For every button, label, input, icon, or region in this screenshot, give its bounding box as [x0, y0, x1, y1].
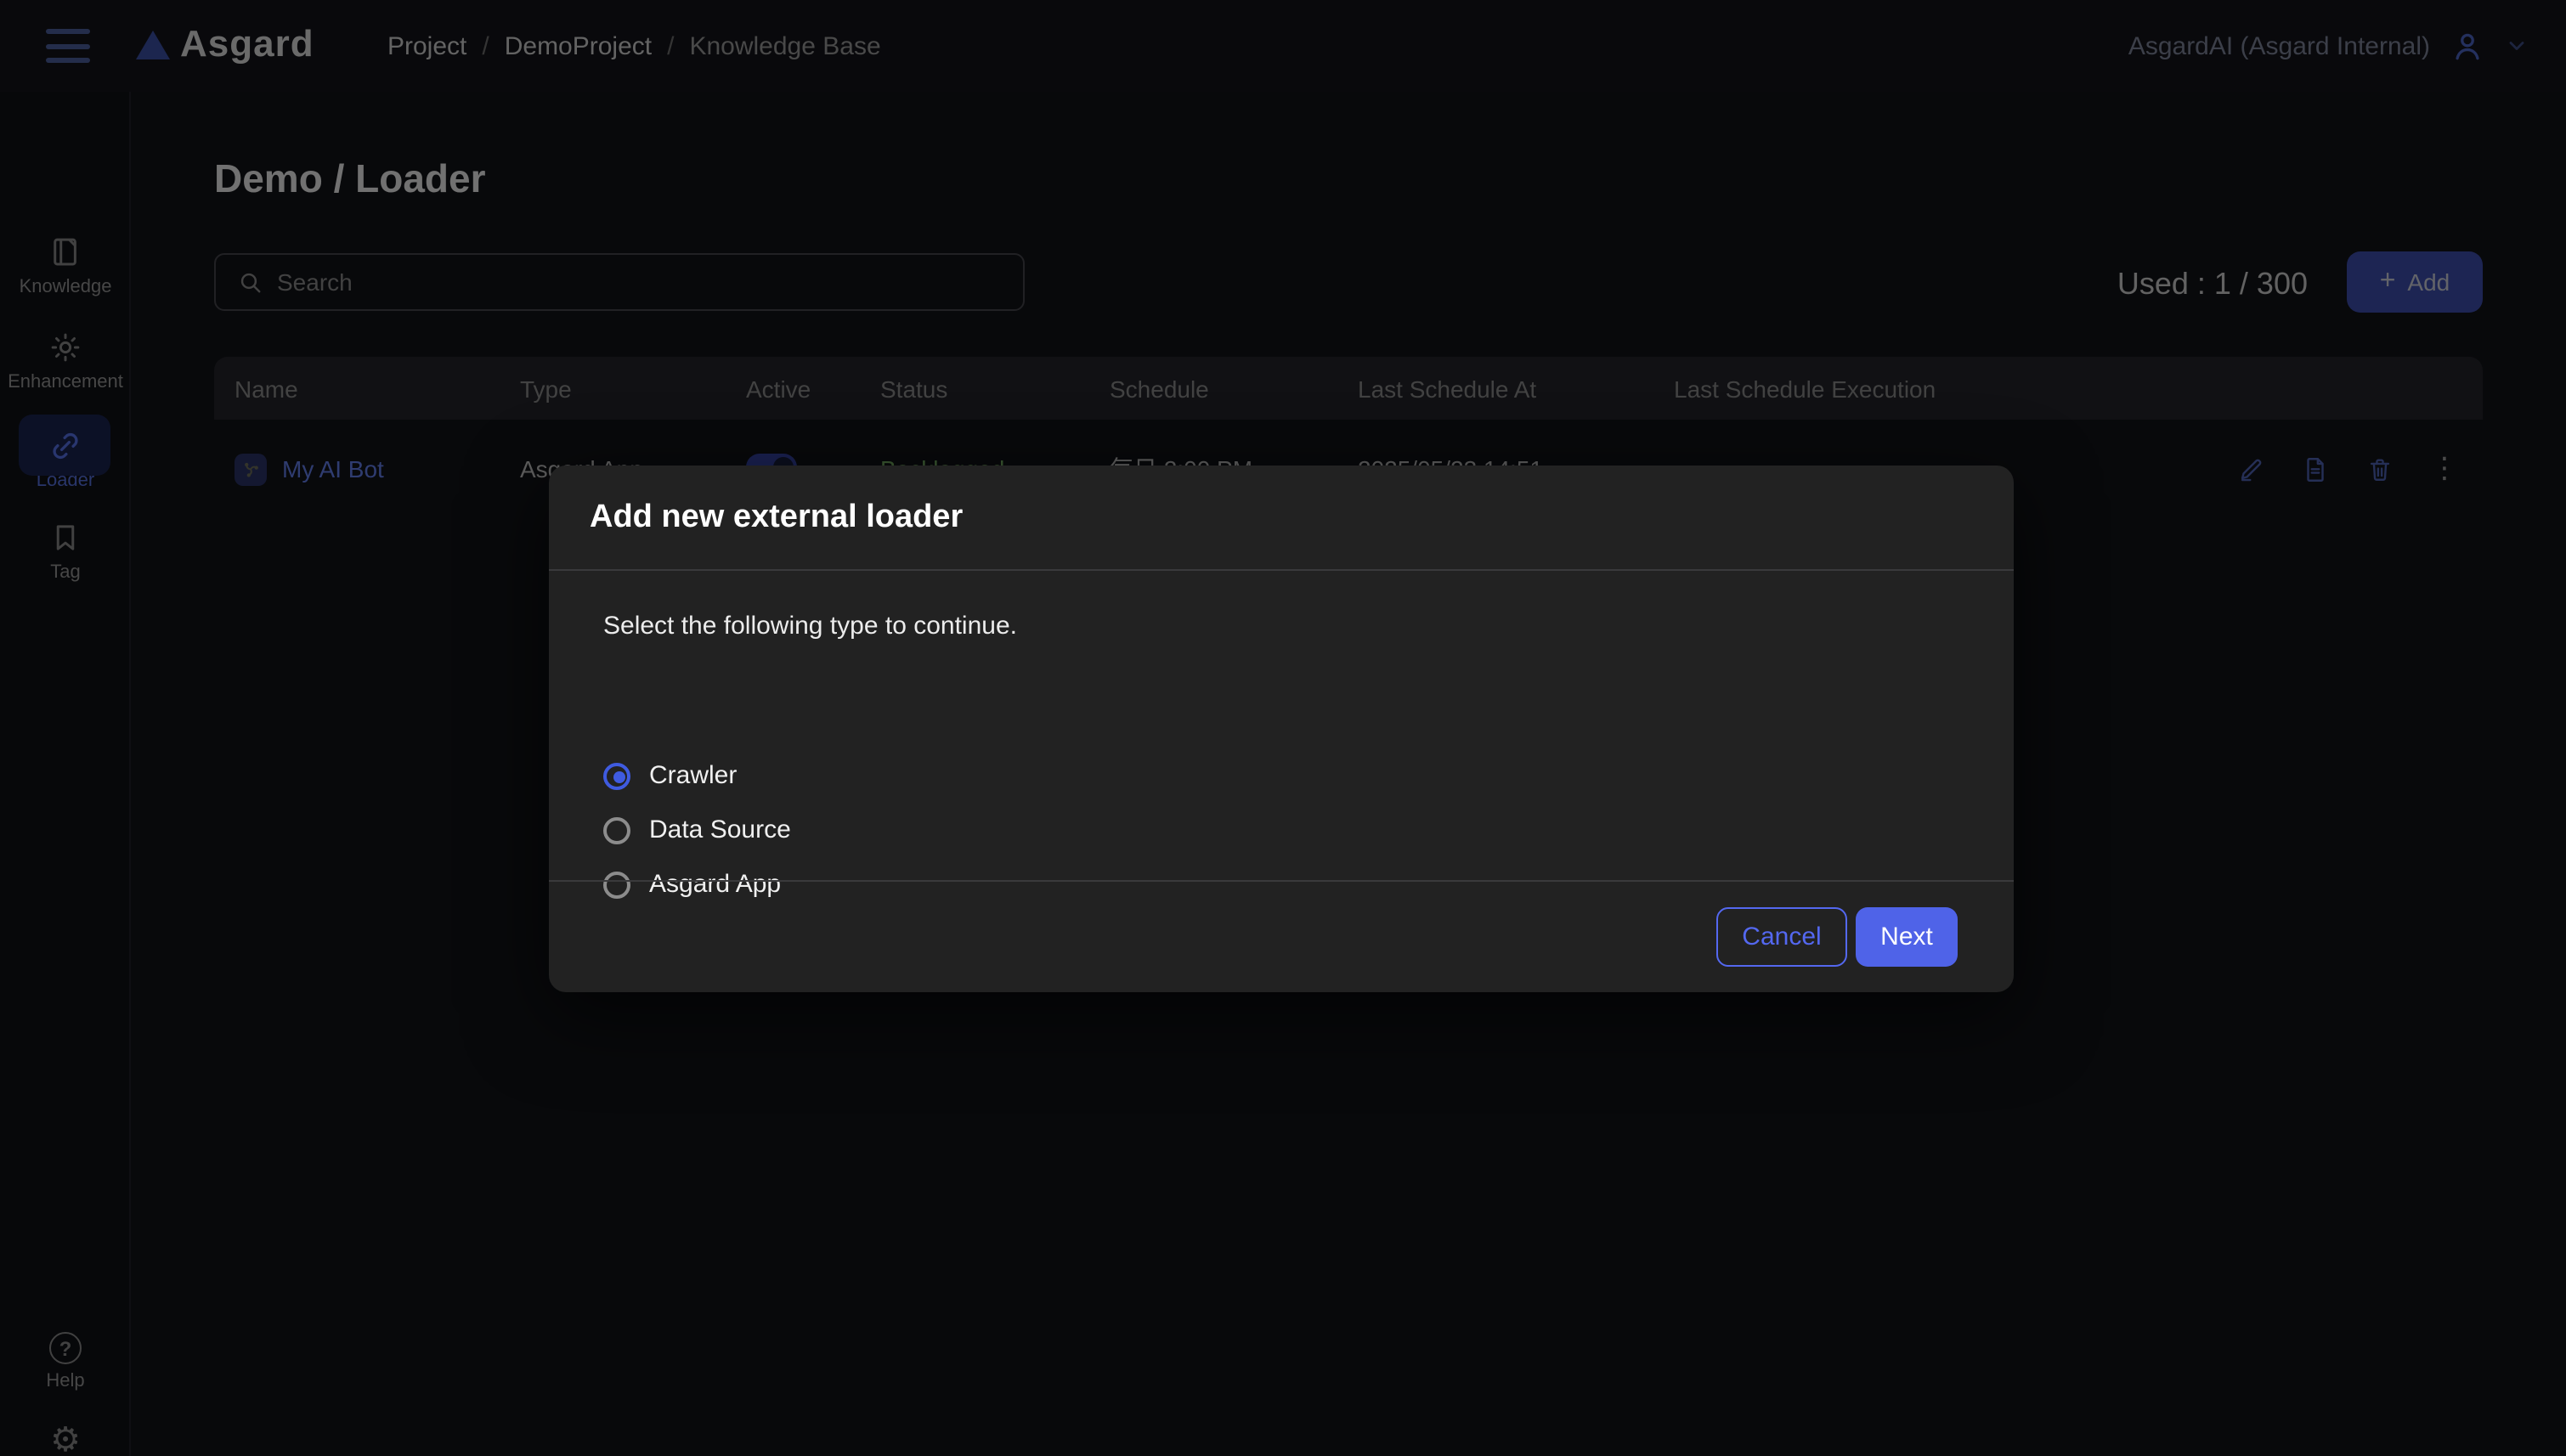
radio-button-icon: [603, 816, 630, 844]
modal-footer: Cancel Next: [549, 880, 2014, 992]
radio-option-label: Data Source: [649, 815, 791, 844]
cancel-button[interactable]: Cancel: [1716, 907, 1847, 967]
app-window: Asgard Project / DemoProject / Knowledge…: [0, 0, 2566, 1456]
radio-button-icon: [603, 762, 630, 789]
modal-header: Add new external loader: [549, 466, 2014, 571]
modal-body: Select the following type to continue. C…: [549, 571, 2014, 878]
next-button[interactable]: Next: [1856, 907, 1958, 967]
add-loader-modal: Add new external loader Select the follo…: [549, 466, 2014, 992]
radio-option-crawler[interactable]: Crawler: [603, 761, 737, 790]
radio-option-data-source[interactable]: Data Source: [603, 815, 791, 844]
modal-prompt: Select the following type to continue.: [603, 612, 1017, 641]
modal-title: Add new external loader: [590, 499, 963, 536]
radio-option-label: Crawler: [649, 761, 737, 790]
